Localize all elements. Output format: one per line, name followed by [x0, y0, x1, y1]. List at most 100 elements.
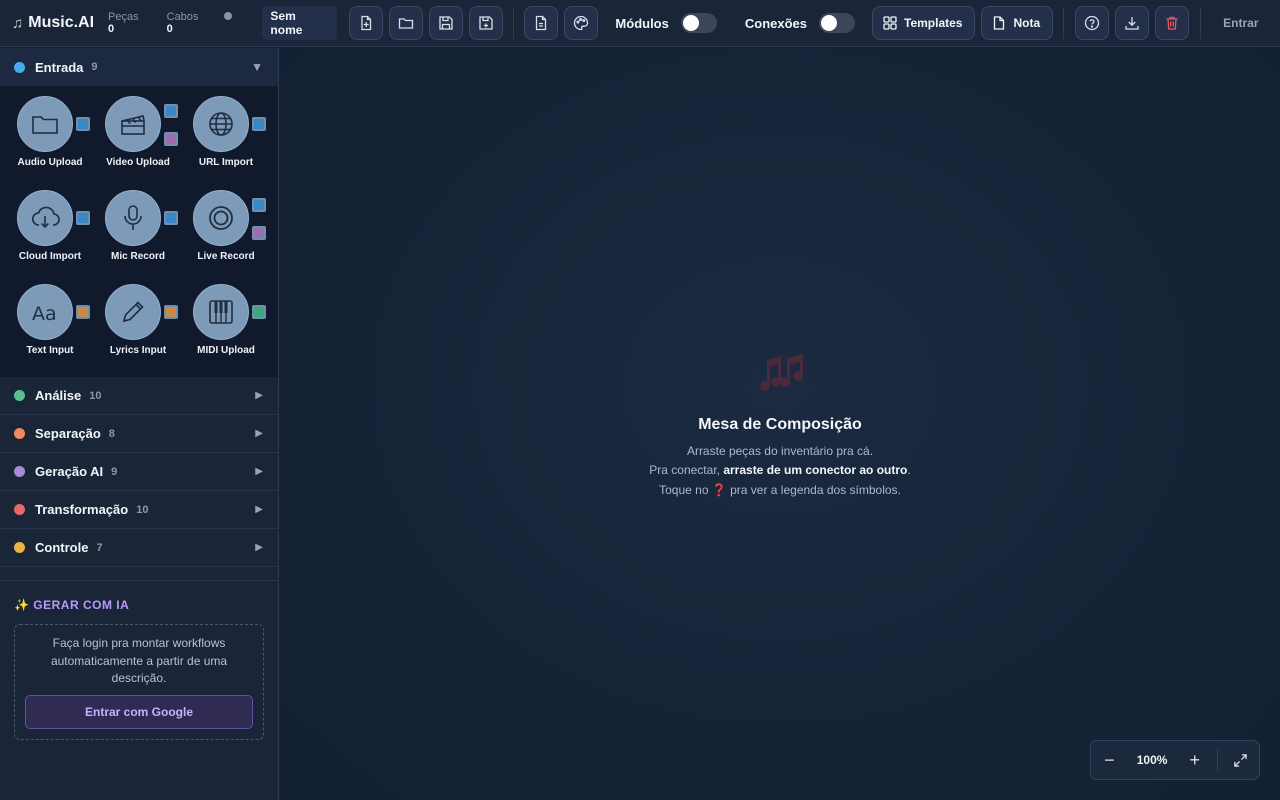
open-folder-button[interactable]	[389, 6, 424, 40]
output-port[interactable]	[76, 305, 90, 319]
trash-icon	[1166, 16, 1178, 30]
category-dot	[14, 542, 25, 553]
category-dot	[14, 466, 25, 477]
conexoes-toggle[interactable]	[819, 13, 855, 33]
category-dot	[14, 390, 25, 401]
grid-icon	[883, 16, 897, 30]
zoom-in-button[interactable]: +	[1176, 741, 1213, 779]
module-tile[interactable]: Video Upload	[94, 90, 182, 184]
module-tile[interactable]: Audio Upload	[6, 90, 94, 184]
nota-button[interactable]: Nota	[981, 6, 1054, 40]
hint-2-bold: arraste de um conector ao outro	[723, 463, 908, 477]
zoom-controls: − 100% +	[1090, 740, 1260, 780]
category-separacao[interactable]: Separação 8 ▶	[0, 415, 278, 453]
templates-button[interactable]: Templates	[872, 6, 976, 40]
record-icon	[209, 206, 233, 230]
category-transformacao[interactable]: Transformação 10 ▶	[0, 491, 278, 529]
new-file-button[interactable]	[349, 6, 384, 40]
module-label: Video Upload	[106, 157, 170, 168]
category-entrada[interactable]: Entrada 9 ▼	[0, 48, 278, 86]
output-port[interactable]	[164, 104, 178, 118]
category-dot	[14, 61, 25, 73]
theme-button[interactable]	[564, 6, 599, 40]
output-port[interactable]	[252, 305, 266, 319]
hint-2-suffix: .	[907, 463, 911, 477]
composition-canvas[interactable]: Mesa de Composição Arraste peças do inve…	[280, 48, 1280, 800]
module-circle	[105, 96, 161, 152]
folder-icon	[32, 116, 58, 134]
document-button[interactable]	[524, 6, 559, 40]
google-login-button[interactable]: Entrar com Google	[25, 695, 253, 729]
module-label: Live Record	[197, 251, 255, 262]
microphone-icon	[124, 205, 142, 230]
fit-screen-button[interactable]	[1222, 741, 1259, 779]
module-tile[interactable]: Lyrics Input	[94, 278, 182, 372]
save-as-button[interactable]	[469, 6, 504, 40]
module-circle	[105, 190, 161, 246]
app-logo: ♫ Music.AI	[12, 14, 94, 32]
output-port[interactable]	[252, 226, 266, 240]
module-circle	[193, 96, 249, 152]
module-label: Text Input	[26, 345, 74, 356]
chevron-right-icon: ▶	[255, 466, 263, 477]
module-circle: Aa	[17, 284, 73, 340]
floppy-icon	[439, 16, 454, 30]
pecas-value: 0	[108, 23, 115, 35]
cabos-value: 0	[166, 23, 173, 35]
divider	[513, 7, 515, 39]
category-name: Separação	[35, 426, 101, 441]
category-count: 8	[108, 427, 115, 440]
module-tile[interactable]: Mic Record	[94, 184, 182, 278]
output-port[interactable]	[164, 132, 178, 146]
output-port[interactable]	[164, 305, 178, 319]
conexoes-label: Conexões	[744, 15, 807, 31]
download-button[interactable]	[1115, 6, 1150, 40]
divider	[1217, 749, 1219, 771]
module-label: Lyrics Input	[109, 345, 167, 356]
save-button[interactable]	[429, 6, 464, 40]
nota-label: Nota	[1013, 16, 1041, 30]
category-dot	[14, 428, 25, 439]
help-button[interactable]	[1075, 6, 1110, 40]
category-analise[interactable]: Análise 10 ▶	[0, 377, 278, 415]
music-notes-icon	[760, 354, 803, 391]
category-count: 10	[89, 389, 102, 402]
canvas-hint-2: Pra conectar, arraste de um conector ao …	[280, 463, 1280, 477]
login-link[interactable]: Entrar	[1223, 16, 1258, 30]
zoom-level: 100%	[1136, 753, 1168, 767]
category-controle[interactable]: Controle 7 ▶	[0, 529, 278, 567]
question-mark-icon: ❓	[711, 483, 727, 497]
toggle-knob	[682, 15, 699, 31]
module-tile[interactable]: Cloud Import	[6, 184, 94, 278]
output-port[interactable]	[164, 211, 178, 225]
category-name: Geração AI	[35, 464, 104, 479]
pecas-label: Peças	[108, 11, 139, 23]
output-port[interactable]	[252, 198, 266, 212]
chevron-right-icon: ▶	[255, 390, 263, 401]
delete-button[interactable]	[1155, 6, 1190, 40]
pencil-icon	[122, 301, 144, 323]
inventory-sidebar: Entrada 9 ▼ Audio Upload Video Upload URL …	[0, 48, 279, 800]
document-icon	[536, 15, 547, 31]
module-tile[interactable]: URL Import	[182, 90, 270, 184]
music-note-icon: ♫	[12, 14, 24, 32]
chevron-right-icon: ▶	[255, 428, 263, 439]
output-port[interactable]	[252, 117, 266, 131]
module-circle	[105, 284, 161, 340]
module-circle	[17, 96, 73, 152]
zoom-out-button[interactable]: −	[1091, 741, 1128, 779]
project-name-input[interactable]: Sem nome	[262, 6, 338, 40]
modulos-label: Módulos	[615, 15, 669, 31]
category-count: 10	[136, 503, 149, 516]
module-grid: Audio Upload Video Upload URL Import Cloud …	[0, 86, 278, 377]
module-tile[interactable]: Aa Text Input	[6, 278, 94, 372]
modulos-toggle[interactable]	[680, 13, 717, 33]
category-name: Transformação	[35, 502, 129, 517]
module-tile[interactable]: MIDI Upload	[182, 278, 270, 372]
output-port[interactable]	[76, 211, 90, 225]
output-port[interactable]	[76, 117, 90, 131]
category-geracao-ai[interactable]: Geração AI 9 ▶	[0, 453, 278, 491]
module-tile[interactable]: Live Record	[182, 184, 270, 278]
gerar-com-ia-title: ✨ GERAR COM IA	[14, 598, 130, 612]
download-icon	[1125, 17, 1139, 30]
